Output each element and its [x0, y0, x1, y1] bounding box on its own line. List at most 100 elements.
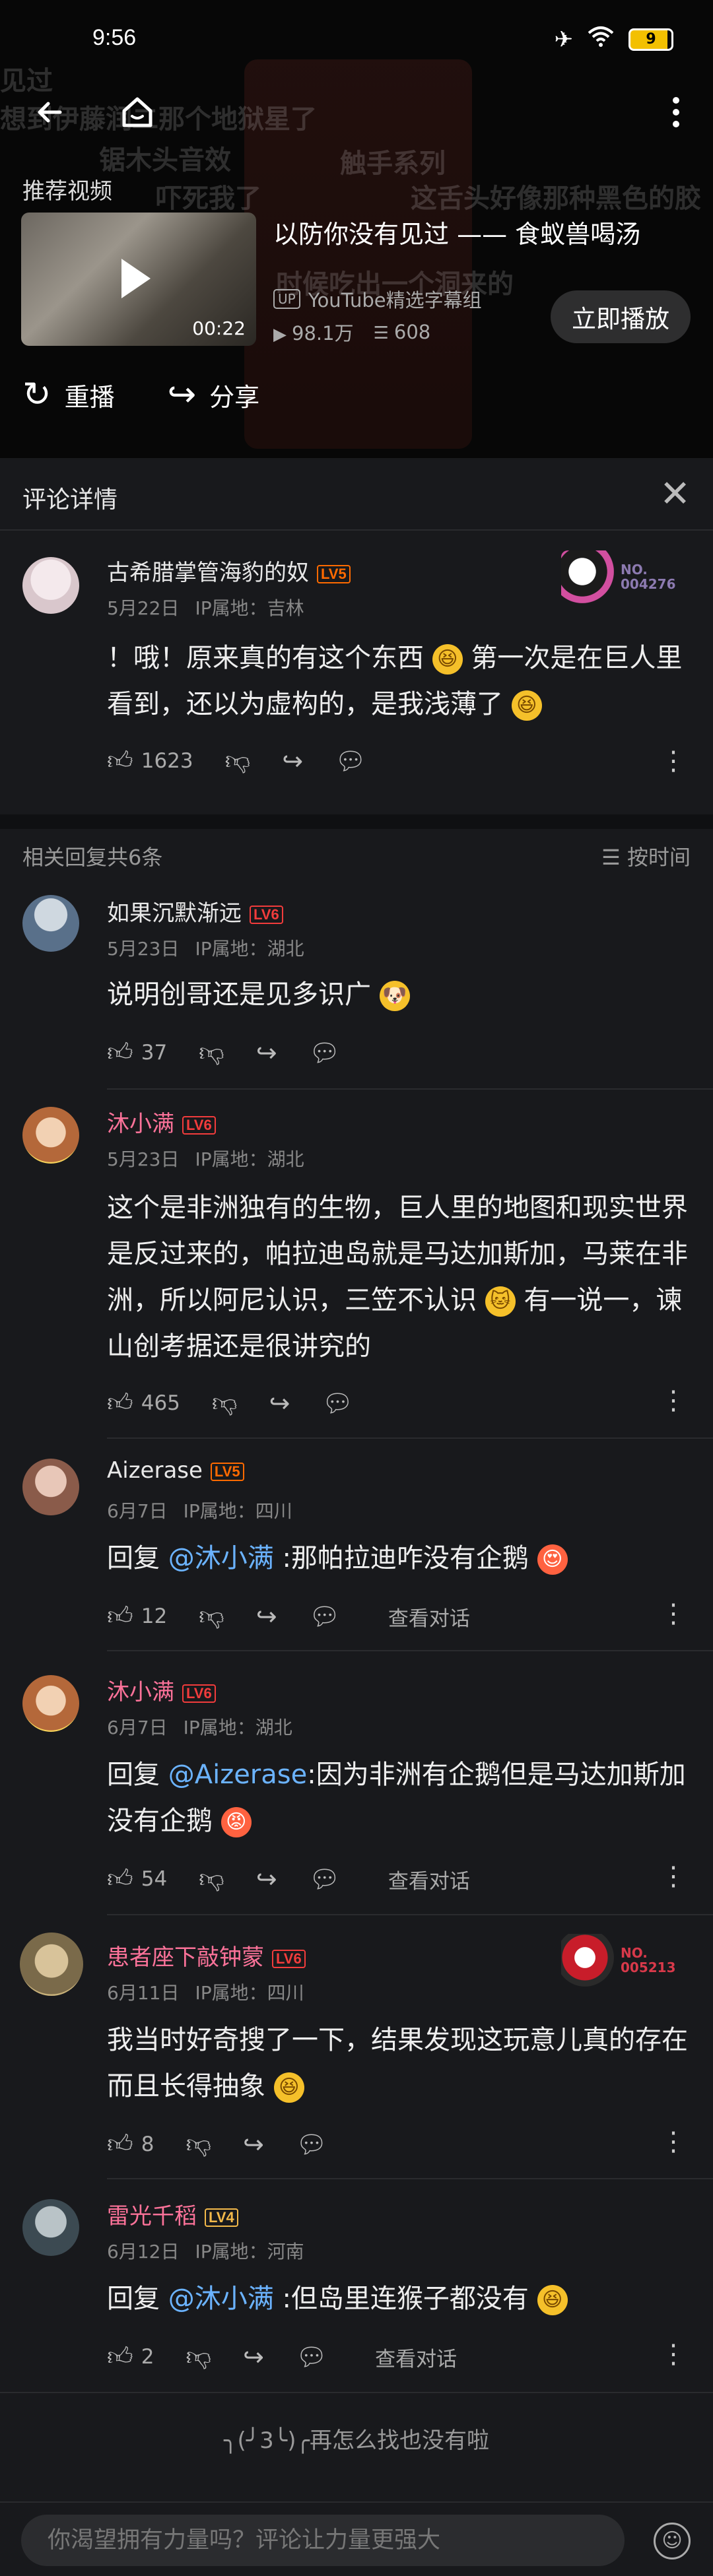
digital-collection-badge[interactable]: NO. 005213 — [561, 1934, 680, 1987]
share-comment-button[interactable]: ↪ — [269, 1389, 290, 1418]
level-badge: LV5 — [317, 564, 351, 583]
like-button[interactable]: 👍︎ 37 — [107, 1038, 167, 1068]
share-arrow-icon: ↪ — [243, 2342, 264, 2371]
username[interactable]: 沐小满 LV6 — [107, 1674, 216, 1706]
danmaku-item: 触手系列 — [340, 149, 446, 179]
thumbs-up-icon: 👍︎ — [107, 746, 133, 775]
share-comment-button[interactable]: ↪ — [282, 746, 303, 776]
avatar[interactable] — [22, 1459, 79, 1515]
reply-button[interactable]: 💬︎ — [309, 1038, 341, 1068]
view-conversation-link[interactable]: 查看对话 — [375, 2342, 457, 2372]
play-now-button[interactable]: 立即播放 — [551, 290, 691, 343]
view-conversation-link[interactable]: 查看对话 — [388, 1865, 470, 1894]
username[interactable]: 雷光千稻 LV4 — [107, 2198, 238, 2230]
comment-actions: 👍︎ 37 👎︎ ↪ 💬︎ — [107, 1038, 372, 1068]
more-vertical-icon[interactable]: ⋮ — [660, 746, 687, 776]
mention-link[interactable]: @沐小满 — [168, 2284, 274, 2314]
dislike-button[interactable]: 👎︎ — [199, 1864, 224, 1894]
mention-link[interactable]: @沐小满 — [168, 1543, 274, 1573]
speech-bubble-icon: 💬︎ — [308, 1038, 341, 1067]
reply-button[interactable]: 💬︎ — [309, 1602, 341, 1632]
replies-header: 相关回复共6条 ☰ 按时间 — [0, 829, 713, 882]
reply-button[interactable]: 💬︎ — [322, 1389, 353, 1418]
comment-actions: 👍︎ 12 👎︎ ↪ 💬︎ 查看对话 — [107, 1601, 470, 1632]
dislike-button[interactable]: 👎︎ — [186, 2129, 211, 2160]
digital-collection-badge[interactable]: NO. 004276 — [561, 550, 680, 603]
reply-button[interactable]: 💬︎ — [309, 1865, 341, 1894]
avatar[interactable] — [22, 2199, 79, 2256]
comment-meta: 5月22日 IP属地：吉林 — [107, 594, 320, 620]
avatar[interactable] — [22, 557, 79, 614]
recommended-uploader[interactable]: UP YouTube精选字幕组 — [273, 285, 482, 313]
avatar[interactable] — [22, 1675, 79, 1732]
comment-actions: 👍︎ 8 👎︎ ↪ 💬︎ — [107, 2129, 359, 2160]
home-icon[interactable] — [111, 86, 164, 139]
comment-text: 这个是非洲独有的生物，巨人里的地图和现实世界是反过来的，帕拉迪岛就是马达加斯加，… — [107, 1193, 688, 1362]
avatar[interactable] — [20, 1932, 83, 1996]
share-button[interactable]: ↪ 分享 — [168, 375, 260, 414]
share-comment-button[interactable]: ↪ — [243, 2130, 264, 2159]
more-vertical-icon[interactable]: ⋮ — [660, 1599, 687, 1629]
like-button[interactable]: 👍︎ 54 — [107, 1864, 167, 1894]
recommended-label: 推荐视频 — [22, 178, 112, 205]
avatar[interactable] — [22, 1107, 79, 1164]
emoji-picker-icon[interactable]: ☺ — [654, 2523, 691, 2559]
more-vertical-icon[interactable] — [650, 86, 702, 139]
share-comment-button[interactable]: ↪ — [243, 2342, 264, 2371]
recommended-thumbnail[interactable]: 00:22 — [21, 213, 256, 346]
username[interactable]: Aizerase LV5 — [107, 1457, 244, 1484]
dislike-button[interactable]: 👎︎ — [199, 1601, 224, 1632]
username[interactable]: 如果沉默渐远 LV6 — [107, 895, 283, 927]
level-badge: LV6 — [250, 905, 283, 924]
speech-bubble-icon: 💬︎ — [308, 1601, 341, 1631]
dislike-button[interactable]: 👎︎ — [225, 746, 251, 776]
like-button[interactable]: 👍︎ 465 — [107, 1388, 180, 1418]
reply-button[interactable]: 💬︎ — [296, 2342, 327, 2372]
thumbs-up-icon: 👍︎ — [107, 1388, 133, 1417]
more-vertical-icon[interactable]: ⋮ — [660, 2127, 687, 2157]
share-arrow-icon: ↪ — [255, 1038, 277, 1067]
danmaku-item: 这舌头好像那种黑色的胶 — [411, 183, 701, 214]
divider — [0, 2392, 713, 2393]
like-button[interactable]: 👍︎ 2 — [107, 2342, 154, 2372]
like-button[interactable]: 👍︎ 1623 — [107, 746, 193, 776]
username[interactable]: 沐小满 LV6 — [107, 1106, 216, 1138]
cat-emoji-icon: 🐱 — [485, 1286, 516, 1317]
mention-link[interactable]: @Aizerase — [168, 1760, 308, 1790]
divider — [107, 1650, 713, 1651]
dislike-button[interactable]: 👎︎ — [186, 2342, 211, 2372]
nav-bar — [0, 86, 713, 139]
reply-button[interactable]: 💬︎ — [335, 746, 366, 776]
dislike-button[interactable]: 👎︎ — [212, 1388, 238, 1418]
like-button[interactable]: 👍︎ 12 — [107, 1601, 167, 1632]
comment-text: ！哦！原来真的有这个东西 😆 第一次是在巨人里看到，还以为虚构的，是我浅薄了 😆 — [107, 643, 683, 721]
close-icon[interactable]: ✕ — [660, 473, 691, 515]
recommended-title[interactable]: 以防你没有见过 —— 食蚁兽喝汤 — [273, 214, 683, 250]
username[interactable]: 古希腊掌管海豹的奴 LV5 — [107, 554, 351, 587]
comment-input-bar: ☺ — [0, 2501, 713, 2576]
share-comment-button[interactable]: ↪ — [256, 1038, 277, 1067]
replay-button[interactable]: ↻ 重播 — [22, 375, 115, 414]
share-arrow-icon: ↪ — [282, 746, 304, 776]
like-button[interactable]: 👍︎ 8 — [107, 2129, 154, 2160]
back-arrow-icon[interactable] — [24, 86, 77, 139]
avatar[interactable] — [22, 895, 79, 952]
share-arrow-icon: ↪ — [255, 1602, 277, 1631]
more-vertical-icon[interactable]: ⋮ — [660, 1385, 687, 1416]
laughing-emoji-icon: 😆 — [537, 2285, 568, 2315]
dislike-button[interactable]: 👎︎ — [199, 1038, 224, 1068]
video-area[interactable]: 见过 想到伊藤润二那个地狱星了 锯木头音效 触手系列 吓死我了 这舌头好像那种黑… — [0, 0, 713, 458]
like-count: 2 — [141, 2345, 154, 2369]
view-conversation-link[interactable]: 查看对话 — [388, 1602, 470, 1632]
comment-meta: 5月23日 IP属地：湖北 — [107, 938, 304, 960]
sort-by-time-button[interactable]: ☰ 按时间 — [601, 841, 691, 871]
share-comment-button[interactable]: ↪ — [256, 1865, 277, 1894]
more-vertical-icon[interactable]: ⋮ — [660, 1861, 687, 1892]
share-comment-button[interactable]: ↪ — [256, 1602, 277, 1631]
comment-input[interactable] — [21, 2515, 625, 2566]
more-vertical-icon[interactable]: ⋮ — [660, 2339, 687, 2369]
username[interactable]: 患者座下敲钟蒙 LV6 — [107, 1939, 306, 1971]
kuromi-badge-icon — [561, 550, 614, 603]
share-arrow-icon: ↪ — [167, 375, 197, 414]
reply-button[interactable]: 💬︎ — [296, 2130, 327, 2160]
